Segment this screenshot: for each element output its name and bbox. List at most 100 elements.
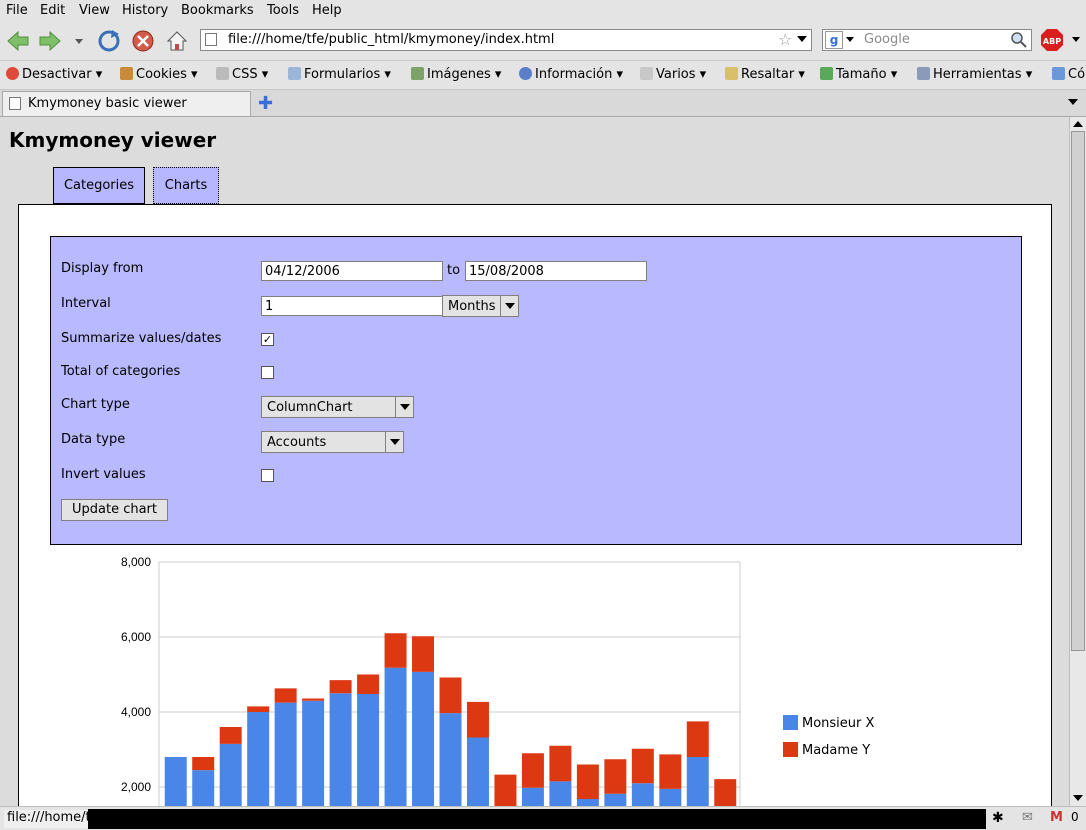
interval-input[interactable]: 1 [261, 296, 443, 316]
bar-monsieur-x [329, 693, 352, 806]
tab-charts[interactable]: Charts [153, 167, 219, 204]
adblock-dropdown-icon[interactable] [1072, 37, 1080, 42]
chart-type-value: ColumnChart [267, 400, 353, 415]
update-chart-button[interactable]: Update chart [61, 499, 168, 521]
bar-monsieur-x [686, 757, 709, 806]
interval-unit-select[interactable]: Months [442, 295, 519, 317]
chart-type-select[interactable]: ColumnChart [261, 396, 414, 418]
bar-madame-y [631, 748, 654, 784]
legend-label: Monsieur X [802, 716, 875, 731]
gmail-icon[interactable]: M [1050, 810, 1063, 825]
nav-buttons [7, 30, 188, 52]
tools-menu[interactable]: Herramientas ▾ [917, 67, 1032, 82]
y-tick-label: 6,000 [121, 630, 151, 644]
images-menu[interactable]: Imágenes ▾ [411, 67, 501, 82]
bar-madame-y [274, 688, 297, 703]
bar-monsieur-x [357, 694, 380, 806]
bar-monsieur-x [274, 702, 297, 806]
new-tab-icon[interactable]: ✚ [258, 93, 273, 114]
bar-madame-y [604, 759, 627, 794]
summarize-label: Summarize values/dates [61, 331, 222, 346]
data-type-select[interactable]: Accounts [261, 431, 404, 453]
tab-page-icon [9, 97, 21, 110]
status-black-area [88, 809, 986, 829]
information-menu[interactable]: Información ▾ [519, 67, 623, 82]
stop-icon[interactable] [132, 30, 154, 52]
invert-values-checkbox[interactable] [261, 469, 274, 482]
bug-icon[interactable]: ✱ [992, 810, 1004, 826]
bar-monsieur-x [384, 667, 407, 806]
charts-panel: Display from 04/12/2006 to 15/08/2008 In… [18, 204, 1052, 806]
bar-monsieur-x [302, 700, 325, 806]
search-icon[interactable] [1010, 31, 1028, 49]
tab-title: Kmymoney basic viewer [28, 96, 187, 111]
menu-help[interactable]: Help [312, 3, 342, 18]
home-icon[interactable] [166, 31, 188, 51]
legend-swatch [783, 742, 798, 757]
bar-madame-y [686, 721, 709, 757]
url-text: file:///home/tfe/public_html/kmymoney/in… [228, 32, 555, 47]
menu-tools[interactable]: Tools [267, 3, 299, 18]
mail-icon[interactable]: ✉ [1022, 810, 1033, 825]
cookies-icon [120, 67, 133, 80]
bookmark-star-icon[interactable]: ☆ [778, 30, 792, 49]
bar-monsieur-x [247, 712, 270, 806]
bar-madame-y [329, 680, 352, 694]
bar-madame-y [659, 754, 682, 789]
gmail-count: 0 [1071, 810, 1079, 824]
menu-edit[interactable]: Edit [40, 3, 65, 18]
legend-label: Madame Y [802, 743, 870, 758]
from-date-input[interactable]: 04/12/2006 [261, 261, 443, 281]
status-bar: file:///home/t ✱ ✉ M 0 [0, 806, 1086, 830]
tab-categories[interactable]: Categories [53, 167, 145, 204]
bar-madame-y [494, 774, 517, 806]
outline-menu[interactable]: Resaltar ▾ [725, 67, 805, 82]
menu-history[interactable]: History [122, 3, 168, 18]
bar-madame-y [247, 706, 270, 712]
css-icon [216, 67, 229, 80]
css-menu[interactable]: CSS ▾ [216, 67, 268, 82]
tab-list-icon[interactable] [1068, 99, 1078, 105]
resize-menu[interactable]: Tamaño ▾ [820, 67, 897, 82]
vertical-scrollbar[interactable] [1069, 117, 1086, 806]
bar-monsieur-x [604, 793, 627, 806]
menu-file[interactable]: File [6, 3, 28, 18]
bar-monsieur-x [192, 770, 215, 806]
menu-bookmarks[interactable]: Bookmarks [181, 3, 254, 18]
forms-menu[interactable]: Formularios ▾ [288, 67, 391, 82]
engine-dropdown-icon[interactable] [846, 37, 854, 42]
to-label: to [447, 263, 461, 278]
legend-swatch [783, 715, 798, 730]
y-tick-label: 2,000 [121, 780, 151, 794]
bar-monsieur-x [549, 781, 572, 806]
scroll-down-icon[interactable] [1073, 795, 1083, 801]
menu-view[interactable]: View [79, 3, 110, 18]
history-dropdown-icon[interactable] [75, 39, 83, 44]
back-icon[interactable] [7, 30, 29, 52]
to-date-input[interactable]: 15/08/2008 [465, 261, 647, 281]
cookies-menu[interactable]: Cookies ▾ [120, 67, 198, 82]
scroll-thumb[interactable] [1071, 131, 1085, 651]
bar-madame-y [466, 701, 489, 738]
url-dropdown-icon[interactable] [797, 36, 807, 42]
forward-icon[interactable] [39, 30, 61, 52]
source-menu[interactable]: Có [1052, 67, 1085, 82]
disable-menu[interactable]: Desactivar ▾ [6, 67, 102, 82]
reload-icon[interactable] [98, 30, 120, 52]
google-engine-icon[interactable]: g [825, 31, 843, 49]
summarize-checkbox[interactable]: ✓ [261, 333, 274, 346]
total-categories-checkbox[interactable] [261, 366, 274, 379]
disable-icon [6, 67, 19, 80]
bar-madame-y [439, 677, 462, 714]
search-placeholder: Google [864, 32, 910, 47]
scroll-up-icon[interactable] [1073, 121, 1083, 127]
misc-menu[interactable]: Varios ▾ [640, 67, 706, 82]
svg-text:ABP: ABP [1043, 37, 1061, 46]
bar-madame-y [576, 764, 599, 799]
adblock-icon[interactable]: ABP [1040, 28, 1064, 52]
bar-monsieur-x [439, 713, 462, 806]
invert-values-label: Invert values [61, 467, 146, 482]
misc-icon [640, 67, 653, 80]
forms-icon [288, 67, 301, 80]
bar-madame-y [549, 745, 572, 782]
